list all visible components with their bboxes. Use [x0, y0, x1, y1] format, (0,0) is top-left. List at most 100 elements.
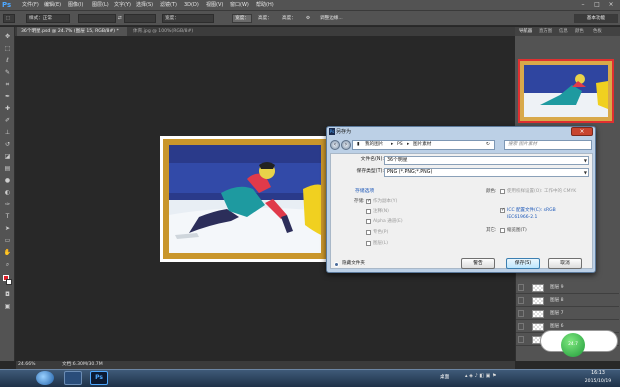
hand-tool-icon[interactable]: ✋ [3, 249, 12, 257]
notes-checkbox[interactable] [366, 209, 371, 214]
refresh-icon[interactable]: ↻ [486, 141, 490, 149]
menu-image[interactable]: 图像(I) [68, 0, 83, 11]
menu-edit[interactable]: 编辑(E) [44, 0, 61, 11]
crop-tool-icon[interactable]: ⌗ [3, 81, 12, 89]
explorer-taskbar-icon[interactable] [64, 371, 82, 385]
eye-icon[interactable] [518, 310, 524, 317]
height-field[interactable] [124, 14, 156, 23]
as-copy-checkbox[interactable] [366, 198, 371, 204]
clock-time[interactable]: 16:13 [583, 371, 613, 376]
tab-36stars-psd[interactable]: 36个明星.psd @ 24.7% (图层 15, RGB/8#) * [17, 27, 127, 36]
clone-stamp-icon[interactable]: ⊥ [3, 129, 12, 137]
eye-icon[interactable] [518, 336, 524, 343]
breadcrumb-my-pictures[interactable]: 我的图片 [365, 141, 383, 149]
breadcrumb-material[interactable]: 图片素材 [413, 141, 431, 149]
search-input[interactable]: 搜索 图片素材 [504, 140, 592, 150]
chevron-down-icon[interactable]: ▼ [584, 169, 587, 176]
menu-window[interactable]: 窗口(W) [230, 0, 249, 11]
eraser-icon[interactable]: ◪ [3, 153, 12, 161]
navigator-thumbnail[interactable] [518, 59, 614, 123]
width-field[interactable] [78, 14, 116, 23]
quick-mask-icon[interactable]: ◘ [3, 291, 12, 299]
icc-profile-checkbox[interactable] [500, 207, 505, 213]
proof-setup-checkbox[interactable] [500, 189, 505, 194]
background-color-swatch[interactable] [6, 279, 12, 285]
blur-tool-icon[interactable]: ● [3, 177, 12, 185]
tab-sports-jpg[interactable]: 体育.jpg @ 100%(RGB/8#) [129, 27, 239, 36]
clock-date[interactable]: 2015/10/19 [580, 379, 616, 384]
layers-checkbox[interactable] [366, 241, 371, 246]
tab-navigator[interactable]: 导航器 [519, 27, 532, 36]
hide-folders-label[interactable]: 隐藏文件夹 [342, 260, 365, 268]
filename-input[interactable]: 36个明星 ▼ [384, 156, 589, 165]
marquee-tool-preset-icon[interactable]: ⬚ [3, 14, 15, 23]
menu-filter[interactable]: 滤镜(T) [160, 0, 177, 11]
tab-color[interactable]: 颜色 [575, 27, 584, 36]
minimize-icon[interactable]: – [578, 1, 588, 9]
marquee-tool-icon[interactable]: ⬚ [3, 45, 12, 53]
windows-start-icon[interactable] [36, 371, 54, 385]
workspace-select[interactable]: 基本功能 [574, 14, 618, 23]
cancel-button[interactable]: 取消 [548, 258, 582, 269]
eye-icon[interactable] [518, 297, 524, 304]
swap-icon[interactable]: ⇄ [118, 14, 122, 23]
lasso-tool-icon[interactable]: ℓ [3, 57, 12, 65]
breadcrumb-sep: ▸ [407, 142, 410, 147]
dialog-close-button[interactable]: × [571, 127, 593, 136]
address-bar[interactable]: ▮ 我的图片 ▸ PS ▸ 图片素材 ↻ [352, 140, 495, 150]
alpha-checkbox[interactable] [366, 219, 371, 224]
forward-arrow-icon[interactable]: › [341, 140, 351, 150]
eyedropper-icon[interactable]: ✒ [3, 93, 12, 101]
zoom-tool-icon[interactable]: ⌕ [3, 261, 12, 269]
type-tool-icon[interactable]: T [3, 213, 12, 221]
menu-3d[interactable]: 3D(D) [184, 0, 199, 11]
breadcrumb-ps[interactable]: PS [397, 141, 403, 149]
zoom-level[interactable]: 24.66% [18, 361, 36, 369]
menu-layer[interactable]: 图层(L) [92, 0, 109, 11]
warning-button[interactable]: 警告 [461, 258, 495, 269]
tab-info[interactable]: 信息 [559, 27, 568, 36]
style-select[interactable]: 样式：正常 [26, 14, 70, 23]
menu-file[interactable]: 文件(F) [22, 0, 39, 11]
tray-desktop-label[interactable]: 桌面 [440, 374, 449, 380]
chevron-down-icon[interactable]: ▼ [584, 157, 587, 164]
eye-icon[interactable] [518, 323, 524, 330]
width-apply-button[interactable]: 宽度： [232, 14, 252, 23]
eye-icon[interactable] [518, 284, 524, 291]
menu-type[interactable]: 文字(Y) [114, 0, 131, 11]
tab-histogram[interactable]: 直方图 [539, 27, 552, 36]
shape-tool-icon[interactable]: ▭ [3, 237, 12, 245]
gradient-icon[interactable]: ▤ [3, 165, 12, 173]
menu-select[interactable]: 选择(S) [136, 0, 153, 11]
hide-folders-toggle-icon[interactable] [334, 262, 339, 267]
menu-view[interactable]: 视图(V) [206, 0, 223, 11]
photoshop-taskbar-icon[interactable]: Ps [90, 371, 108, 385]
refine-edge-button[interactable]: 调整边缘... [320, 14, 343, 23]
thumbnail-checkbox[interactable] [500, 228, 505, 233]
history-brush-icon[interactable]: ↺ [3, 141, 12, 149]
menu-help[interactable]: 帮助(H) [256, 0, 274, 11]
path-select-icon[interactable]: ➤ [3, 225, 12, 233]
filetype-select[interactable]: PNG (*.PNG;*.PNG) ▼ [384, 168, 589, 177]
layer-row[interactable]: 图层 7 [516, 308, 619, 320]
resolution-label: 高度： [282, 16, 296, 21]
tray-icons[interactable]: ▴ ◈ ♪ ◧ ▣ ⚑ [465, 373, 496, 379]
dodge-tool-icon[interactable]: ◐ [3, 189, 12, 197]
back-arrow-icon[interactable]: ‹ [330, 140, 340, 150]
layer-row[interactable]: 图层 8 [516, 295, 619, 307]
screen-mode-icon[interactable]: ▣ [3, 303, 12, 311]
widget-ball[interactable]: 24.7 [561, 333, 585, 357]
maximize-icon[interactable]: □ [592, 1, 602, 9]
width-mode[interactable]: 宽度： [162, 14, 214, 23]
save-button[interactable]: 保存(S) [506, 258, 540, 269]
tab-swatches[interactable]: 色板 [593, 27, 602, 36]
spot-color-checkbox[interactable] [366, 230, 371, 235]
pen-tool-icon[interactable]: ✑ [3, 201, 12, 209]
brush-tool-icon[interactable]: ✐ [3, 117, 12, 125]
close-icon[interactable]: × [606, 1, 616, 9]
move-tool-icon[interactable]: ✥ [3, 33, 12, 41]
layer-row[interactable]: 图层 9 [516, 282, 619, 294]
gear-icon[interactable]: ⚙ [306, 14, 310, 23]
healing-brush-icon[interactable]: ✚ [3, 105, 12, 113]
quick-select-icon[interactable]: ✎ [3, 69, 12, 77]
